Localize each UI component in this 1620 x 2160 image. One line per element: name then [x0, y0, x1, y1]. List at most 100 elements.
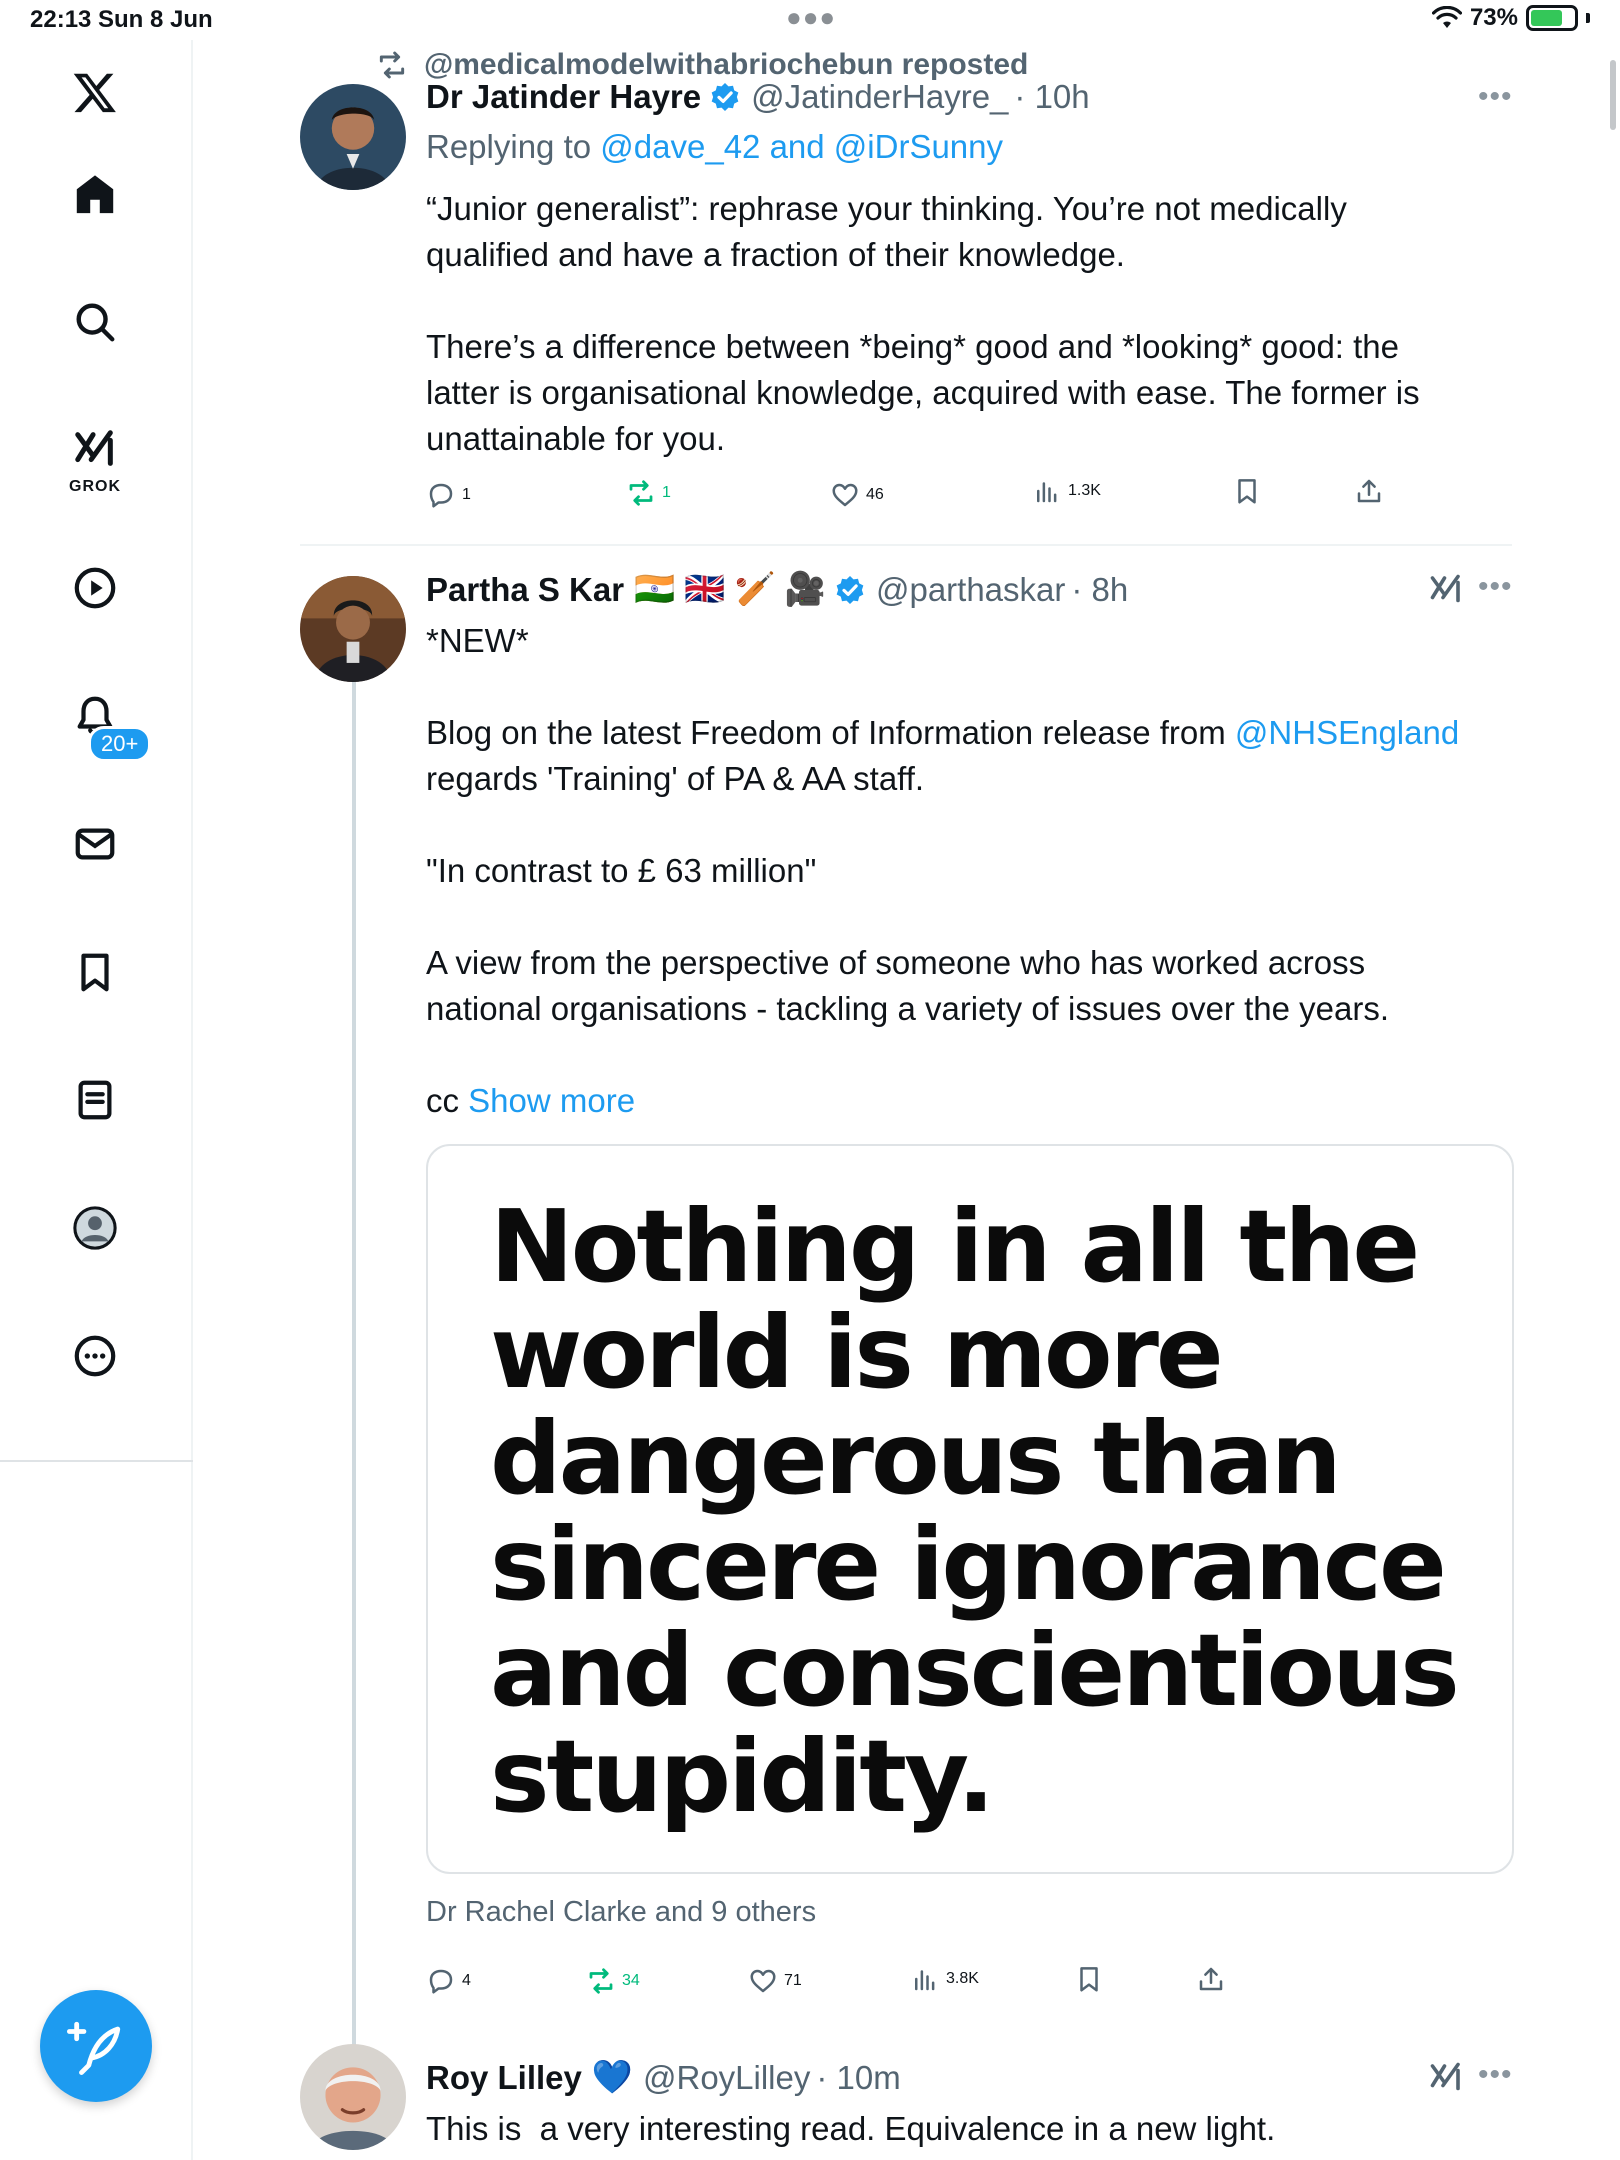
tweet-header: Dr Jatinder Hayre @JatinderHayre_ · 10h: [426, 78, 1090, 116]
author-name-emoji: 🇮🇳 🇬🇧 🏏 🎥: [634, 570, 826, 607]
tweet-text: This is a very interesting read. Equival…: [426, 2110, 1276, 2147]
home-icon[interactable]: [63, 162, 127, 226]
like-button[interactable]: 71: [748, 1966, 802, 1996]
show-more-link[interactable]: Show more: [468, 1082, 635, 1119]
author-name[interactable]: Dr Jatinder Hayre: [426, 78, 701, 116]
wifi-icon: [1431, 6, 1462, 28]
grok-icon[interactable]: [63, 418, 127, 482]
tweet-paragraph: “Junior generalist”: rephrase your think…: [426, 190, 1347, 273]
author-handle[interactable]: @parthaskar: [876, 571, 1065, 609]
media-image[interactable]: Nothing in all the world is more dangero…: [426, 1144, 1514, 1874]
repost-notice[interactable]: @medicalmodelwithabriochebun reposted: [376, 48, 1028, 82]
repost-count: 1: [662, 484, 671, 501]
replying-to-prefix: Replying to: [426, 128, 592, 165]
notifications-badge: 20+: [88, 726, 152, 762]
status-bar: 22:13 Sun 8 Jun ●●● 73%: [0, 0, 1620, 40]
view-count: 3.8K: [946, 1970, 979, 1987]
repost-icon: [379, 51, 405, 79]
post-time[interactable]: · 10m: [816, 2059, 900, 2097]
author-handle[interactable]: @JatinderHayre_: [751, 78, 1008, 116]
reply-button[interactable]: 4: [426, 1966, 471, 1996]
replying-to-users[interactable]: @dave_42 and @iDrSunny: [600, 128, 1003, 165]
post-more-options-icon[interactable]: •••: [1478, 570, 1513, 604]
bookmark-icon: [1238, 479, 1256, 504]
status-time: 22:13: [30, 6, 92, 33]
view-count: 1.3K: [1068, 482, 1101, 499]
like-count: 71: [784, 1972, 802, 1989]
thread-connector-line: [352, 680, 356, 2050]
tweet-paragraph: *NEW*: [426, 622, 529, 659]
text-segment: cc: [426, 1082, 469, 1119]
post-time[interactable]: · 8h: [1071, 571, 1128, 609]
lists-icon[interactable]: [63, 1068, 127, 1132]
profile-avatar-icon[interactable]: [63, 1196, 127, 1260]
author-handle[interactable]: @RoyLilley: [643, 2059, 810, 2097]
tweet-header: Partha S Kar 🇮🇳 🇬🇧 🏏 🎥 @parthaskar · 8h: [426, 570, 1128, 609]
views-chart-icon: [915, 1970, 935, 1991]
x-logo-icon[interactable]: [63, 60, 127, 124]
search-icon[interactable]: [63, 290, 127, 354]
mention-link[interactable]: @NHSEngland: [1235, 714, 1459, 751]
status-date: Sun 8 Jun: [98, 6, 213, 33]
grok-explain-icon[interactable]: [1426, 572, 1466, 608]
like-count: 46: [866, 486, 884, 503]
author-name-emoji: 💙: [591, 2058, 633, 2095]
post-more-options-icon[interactable]: •••: [1478, 80, 1513, 114]
repost-icon: [629, 480, 653, 506]
like-button[interactable]: 46: [830, 480, 884, 510]
scrollbar[interactable]: [1610, 60, 1616, 130]
share-button[interactable]: [1196, 1964, 1226, 1994]
tweet-text: “Junior generalist”: rephrase your think…: [426, 186, 1466, 462]
author-name[interactable]: Partha S Kar: [426, 571, 624, 609]
compose-post-button[interactable]: [40, 1990, 152, 2102]
avatar[interactable]: [300, 84, 406, 190]
views-button[interactable]: 3.8K: [910, 1964, 979, 1994]
avatar[interactable]: [300, 2044, 406, 2150]
reply-icon: [429, 483, 453, 508]
bookmark-button[interactable]: [1074, 1964, 1104, 1994]
liked-by-summary[interactable]: Dr Rachel Clarke and 9 others: [426, 1896, 816, 1929]
repost-button[interactable]: 1: [626, 478, 671, 508]
tweet-paragraph: There’s a difference between *being* goo…: [426, 328, 1420, 457]
bookmark-button[interactable]: [1232, 476, 1262, 506]
more-options-icon[interactable]: [63, 1324, 127, 1388]
sidebar-nav: GROK 20+: [0, 40, 193, 2160]
reply-button[interactable]: 1: [426, 480, 471, 510]
image-quote-text: Nothing in all the world is more dangero…: [490, 1188, 1460, 1835]
heart-icon: [750, 1969, 776, 1993]
replying-to: Replying to @dave_42 and @iDrSunny: [426, 128, 1003, 166]
text-segment: regards 'Training' of PA & AA staff.: [426, 760, 925, 797]
tweet-paragraph: "In contrast to £ 63 million": [426, 852, 817, 889]
battery-icon: [1526, 5, 1578, 31]
tweet-text: *NEW* Blog on the latest Freedom of Info…: [426, 618, 1466, 1124]
messages-icon[interactable]: [63, 812, 127, 876]
post-more-options-icon[interactable]: •••: [1478, 2058, 1513, 2092]
grok-explain-icon[interactable]: [1426, 2060, 1466, 2096]
repost-notice-text: @medicalmodelwithabriochebun reposted: [424, 48, 1029, 81]
tweet-paragraph: Blog on the latest Freedom of Informatio…: [426, 710, 1466, 802]
battery-percent: 73%: [1469, 4, 1518, 31]
repost-icon: [589, 1968, 613, 1994]
multitasking-dots-icon[interactable]: ●●●: [786, 2, 836, 33]
bookmark-icon: [1080, 1967, 1098, 1992]
views-chart-icon: [1037, 482, 1057, 503]
tweet-divider: [300, 544, 1512, 546]
repost-button[interactable]: 34: [586, 1966, 640, 1996]
avatar[interactable]: [300, 576, 406, 682]
author-name[interactable]: Roy Lilley: [426, 2059, 582, 2097]
tweet-paragraph: A view from the perspective of someone w…: [426, 944, 1389, 1027]
video-icon[interactable]: [63, 556, 127, 620]
reply-count: 4: [462, 1972, 471, 1989]
share-button[interactable]: [1354, 476, 1384, 506]
bookmarks-icon[interactable]: [63, 940, 127, 1004]
share-icon: [1199, 1967, 1223, 1991]
reply-icon: [429, 1969, 453, 1994]
tweet-paragraph: cc Show more: [426, 1078, 1466, 1124]
share-icon: [1357, 479, 1381, 503]
post-time[interactable]: · 10h: [1014, 78, 1089, 116]
repost-count: 34: [622, 1972, 640, 1989]
grok-label: GROK: [69, 478, 121, 495]
views-button[interactable]: 1.3K: [1032, 476, 1101, 506]
battery-tip: [1586, 13, 1590, 23]
verified-badge-icon: [836, 575, 864, 604]
